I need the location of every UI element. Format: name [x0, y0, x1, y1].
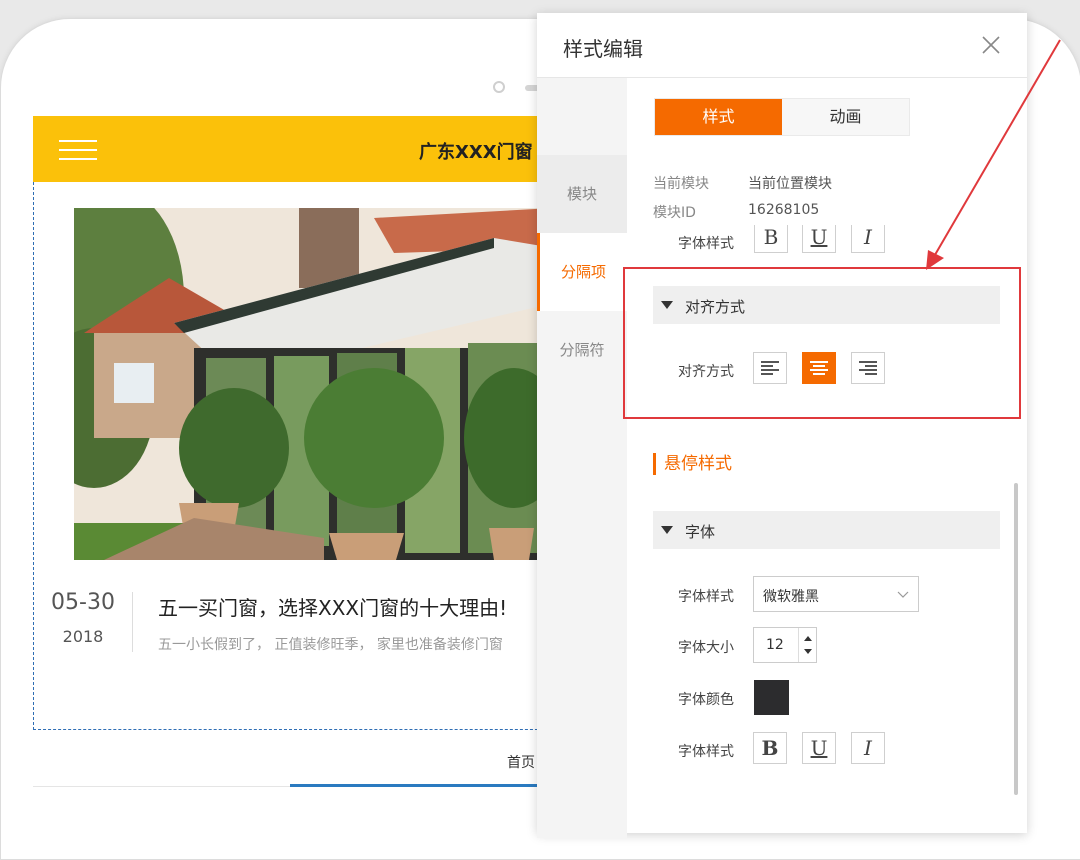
- align-center-icon[interactable]: [802, 352, 836, 384]
- current-module-row: 当前模块 当前位置模块: [653, 173, 832, 193]
- module-id-row: 模块ID 16268105: [653, 202, 819, 222]
- close-icon[interactable]: [979, 33, 1003, 57]
- side-tab-separator-item[interactable]: 分隔项: [537, 233, 627, 311]
- current-module-label: 当前模块: [653, 176, 709, 192]
- font-size-stepper[interactable]: 12: [753, 627, 817, 663]
- panel-title: 样式编辑: [563, 37, 643, 61]
- partial-font-style-label: 字体样式: [678, 236, 734, 252]
- font-deco-label: 字体样式: [678, 744, 734, 760]
- news-date: 05-30 2018: [34, 590, 132, 646]
- nav-active-underline: [290, 784, 553, 787]
- collapse-triangle-icon: [661, 526, 673, 534]
- tab-animation[interactable]: 动画: [782, 99, 909, 135]
- selected-module-outline[interactable]: 05-30 2018 五一买门窗，选择XXX门窗的十大理由! 五一小长假到了， …: [33, 182, 553, 730]
- news-title[interactable]: 五一买门窗，选择XXX门窗的十大理由!: [158, 592, 507, 621]
- align-left-icon[interactable]: [753, 352, 787, 384]
- date-divider: [132, 592, 133, 652]
- align-section-header[interactable]: 对齐方式: [653, 286, 1000, 324]
- bottom-nav: 首页: [33, 730, 553, 787]
- font-color-swatch[interactable]: [754, 680, 789, 715]
- align-right-icon[interactable]: [851, 352, 885, 384]
- italic-button[interactable]: I: [851, 732, 885, 764]
- current-module-value: 当前位置模块: [748, 176, 832, 192]
- partial-font-style-row: 字体样式 B U I: [653, 225, 1013, 257]
- site-header: 广东XXX门窗: [33, 116, 553, 182]
- font-section-title: 字体: [685, 523, 716, 541]
- font-family-value: 微软雅黑: [763, 589, 819, 605]
- font-size-label: 字体大小: [678, 640, 734, 656]
- site-title: 广东XXX门窗: [419, 142, 533, 163]
- collapse-triangle-icon: [661, 301, 673, 309]
- news-summary: 五一小长假到了， 正值装修旺季， 家里也准备装修门窗: [158, 637, 503, 653]
- conservatory-photo: [74, 208, 553, 560]
- font-color-label: 字体颜色: [678, 692, 734, 708]
- side-tab-list: 模块 分隔项 分隔符: [537, 78, 627, 838]
- menu-icon[interactable]: [59, 140, 97, 160]
- news-date-day: 05-30: [51, 590, 115, 615]
- align-label: 对齐方式: [678, 364, 734, 380]
- preview-screen: 广东XXX门窗 05-30 2018 五一买门窗，选择XXX门窗的十大理由! 五…: [33, 116, 553, 818]
- underline-button-partial[interactable]: U: [802, 225, 836, 253]
- hover-style-heading: 悬停样式: [653, 453, 732, 475]
- bold-button-partial[interactable]: B: [754, 225, 788, 253]
- font-style-label: 字体样式: [678, 589, 734, 605]
- side-tab-module[interactable]: 模块: [537, 155, 627, 233]
- italic-button-partial[interactable]: I: [851, 225, 885, 253]
- side-tab-separator[interactable]: 分隔符: [537, 311, 627, 389]
- underline-button[interactable]: U: [802, 732, 836, 764]
- module-id-value: 16268105: [748, 202, 820, 218]
- style-editor-panel: 样式编辑 模块 分隔项 分隔符 样式 动画 当前模块 当前位置模块 模块ID 1…: [537, 13, 1027, 838]
- chevron-down-icon: [897, 591, 909, 598]
- align-section-title: 对齐方式: [685, 298, 746, 316]
- font-section-header[interactable]: 字体: [653, 511, 1000, 549]
- tab-style[interactable]: 样式: [655, 99, 782, 135]
- news-date-year: 2018: [62, 627, 104, 646]
- news-image[interactable]: [74, 208, 553, 560]
- panel-scrollbar[interactable]: [1014, 483, 1018, 795]
- module-id-label: 模块ID: [653, 205, 696, 221]
- camera-dot: [493, 81, 505, 93]
- font-family-select[interactable]: 微软雅黑: [753, 576, 919, 612]
- bold-button[interactable]: B: [753, 732, 787, 764]
- stepper-arrows-icon[interactable]: [798, 628, 817, 662]
- nav-item-home[interactable]: 首页: [507, 752, 535, 772]
- panel-header: 样式编辑: [537, 13, 1027, 78]
- style-animation-toggle: 样式 动画: [654, 98, 910, 136]
- font-size-value: 12: [766, 637, 784, 653]
